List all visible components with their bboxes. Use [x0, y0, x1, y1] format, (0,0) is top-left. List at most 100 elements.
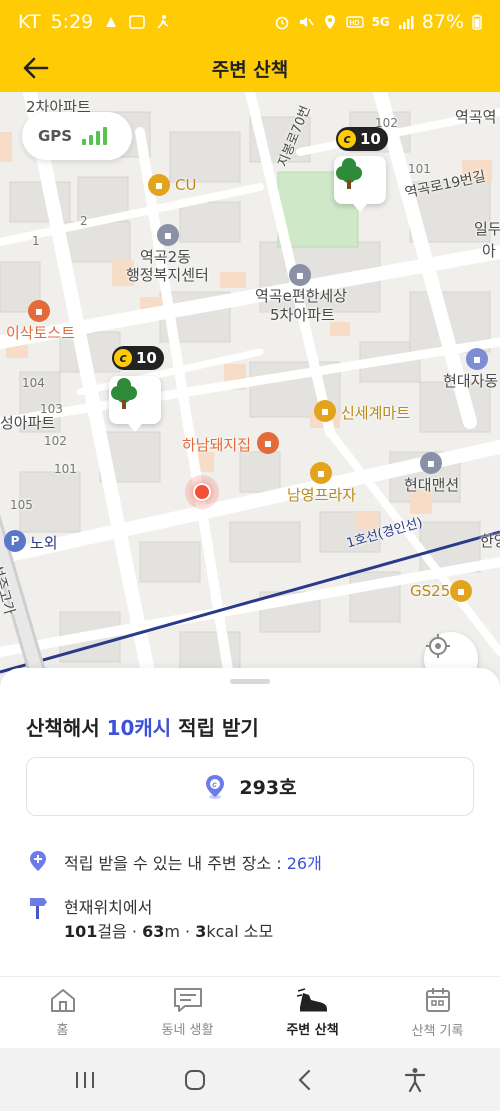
home-circle-icon [185, 1069, 205, 1090]
kt-app-icon [129, 15, 146, 29]
map-label-gs25: GS25 [410, 582, 451, 600]
government-office-icon: ▪ [157, 224, 179, 246]
map-label-shinsegae-mart: 신세계마트 [341, 404, 411, 422]
walk-stats-row: 현재위치에서 101걸음 · 63m · 3kcal 소모 [28, 896, 273, 944]
home-system-button[interactable] [170, 1060, 220, 1100]
nav-label-home: 홈 [56, 1023, 69, 1038]
restaurant-icon: ▪ [257, 432, 279, 454]
network-type: 5G [371, 15, 390, 29]
car-service-icon: ▪ [466, 348, 488, 370]
map-label-hanam-pork: 하남돼지집 [182, 436, 252, 454]
from-current-location-label: 현재위치에서 [64, 898, 153, 917]
gps-signal-icon [82, 127, 108, 145]
battery-icon [472, 14, 482, 30]
title-prefix: 산책해서 [26, 716, 107, 740]
nav-label-walk-history: 산책 기록 [411, 1024, 464, 1039]
sheet-title: 산책해서 10캐시 적립 받기 [26, 712, 259, 741]
apartment-icon: ▪ [289, 264, 311, 286]
map-label-hyundai-auto: 현대자동 [443, 372, 499, 390]
reward-badge: c 10 [336, 127, 388, 151]
kcal-value: 3 [195, 922, 207, 941]
back-button[interactable] [16, 52, 56, 84]
back-system-button[interactable] [280, 1060, 330, 1100]
reward-badge: c 10 [112, 346, 164, 370]
walk-spot-marker[interactable] [109, 376, 161, 432]
accessibility-icon [404, 1067, 426, 1092]
map-label-building-101: 101 [408, 162, 431, 176]
map-label-office-line2: 행정복지센터 [126, 266, 209, 284]
svg-text:HD: HD [349, 20, 359, 27]
steps-value: 101 [64, 922, 98, 941]
bottom-navigation: 홈 동네 생활 주변 산책 산책 기록 [0, 976, 500, 1048]
walk-notification-icon [157, 15, 169, 29]
map-label-building-2: 2 [80, 214, 88, 228]
tree-icon [111, 378, 137, 409]
walk-stats-text: 101걸음 · 63m · 3kcal 소모 [64, 920, 273, 944]
map-label-building-105: 105 [10, 498, 33, 512]
sneaker-icon [296, 988, 327, 1012]
signpost-icon [30, 898, 47, 919]
walk-spot-marker[interactable] [334, 156, 386, 212]
location-status-icon [324, 15, 335, 29]
map-label-ildu: 일두 [474, 220, 500, 238]
nearby-places-count: 26개 [286, 854, 322, 873]
map-label-cu: CU [175, 176, 197, 194]
map-label-apartment-mid-line2: 5차아파트 [270, 306, 335, 324]
nav-item-neighborhood[interactable]: 동네 생활 [125, 977, 250, 1048]
map-label-hyundai-mansion: 현대맨션 [404, 476, 460, 494]
nearby-places-row: 적립 받을 수 있는 내 주변 장소 : 26개 [28, 850, 322, 874]
cash-coin-icon: c [338, 130, 356, 148]
hd-voice-icon: HD [345, 16, 364, 28]
map-label-parking: 노외 [30, 534, 58, 552]
distance-unit: m · [164, 922, 196, 941]
crosshair-icon [426, 634, 450, 658]
gps-label: GPS [38, 127, 73, 145]
nav-label-nearby-walk: 주변 산책 [286, 1023, 339, 1038]
reward-points: 10 [360, 130, 381, 148]
current-location-marker [185, 475, 219, 509]
map-label-building-101b: 101 [54, 462, 77, 476]
map-label-namyeong-plaza: 남영프라자 [287, 486, 357, 504]
reward-points: 10 [136, 349, 157, 367]
nav-item-home[interactable]: 홈 [0, 977, 125, 1048]
cu-store-icon: ▪ [148, 174, 170, 196]
apartment-icon: ▪ [420, 452, 442, 474]
nearby-places-text: 적립 받을 수 있는 내 주변 장소 : 26개 [64, 850, 322, 874]
map-label-apartment-mid-line1: 역곡e편한세상 [255, 287, 348, 305]
distance-value: 63 [142, 922, 165, 941]
nav-item-walk-history[interactable]: 산책 기록 [375, 977, 500, 1048]
title-suffix: 적립 받기 [171, 716, 259, 740]
map-label-station: 역곡역 [455, 108, 497, 126]
walk-reward-sheet: 산책해서 10캐시 적립 받기 c 293호 적립 받을 수 있는 내 주변 장… [0, 668, 500, 976]
status-bar: KT 5:29 HD 5G 87% [0, 0, 500, 44]
map-label-a: 아 [482, 242, 496, 260]
sheet-drag-handle[interactable] [230, 679, 270, 684]
map-label-building-1: 1 [32, 234, 40, 248]
map-label-seong-apartment: 성아파트 [0, 414, 56, 432]
kcal-unit: kcal 소모 [206, 922, 274, 941]
mute-icon [299, 17, 314, 27]
title-accent: 10캐시 [106, 716, 172, 740]
back-arrow-icon [23, 57, 49, 79]
recent-apps-button[interactable] [60, 1060, 110, 1100]
nav-item-nearby-walk[interactable]: 주변 산책 [250, 977, 375, 1048]
carrier-label: KT [18, 11, 41, 33]
accessibility-button[interactable] [390, 1060, 440, 1100]
parking-icon: P [4, 530, 26, 552]
svg-text:c: c [213, 780, 218, 789]
gps-indicator: GPS [22, 112, 132, 160]
recent-apps-icon [76, 1071, 94, 1088]
calendar-icon [425, 988, 450, 1012]
map-label-isaac-toast: 이삭토스트 [6, 324, 76, 342]
cash-coin-icon: c [114, 349, 132, 367]
place-pin-icon [30, 851, 46, 871]
shopping-icon: ▪ [310, 462, 332, 484]
restaurant-icon: ▪ [28, 300, 50, 322]
map-view[interactable]: 2차아파트 102 역곡역 101 2 1 지봉로70번 역곡로19번길 일두 … [0, 92, 500, 682]
participant-count: 293호 [239, 777, 297, 799]
steps-unit: 걸음 · [97, 922, 143, 941]
signal-icon [398, 16, 414, 29]
convenience-store-icon: ▪ [450, 580, 472, 602]
home-icon [50, 989, 75, 1012]
tree-icon [336, 158, 362, 189]
